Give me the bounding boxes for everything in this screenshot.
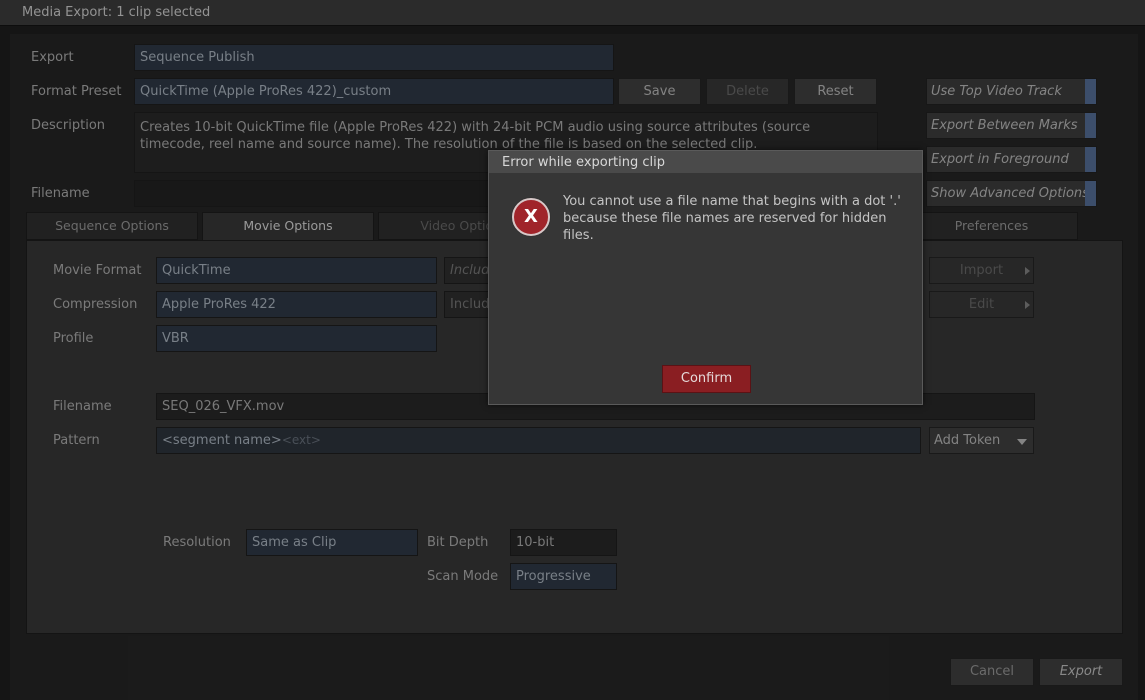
error-x-icon: X <box>512 198 550 236</box>
confirm-button[interactable]: Confirm <box>662 365 751 393</box>
dialog-title: Error while exporting clip <box>502 155 666 170</box>
error-dialog: Error while exporting clip X You cannot … <box>488 150 923 405</box>
dialog-message: You cannot use a file name that begins w… <box>563 194 901 243</box>
dialog-title-bar: Error while exporting clip <box>489 151 922 173</box>
error-x-glyph: X <box>524 206 538 227</box>
